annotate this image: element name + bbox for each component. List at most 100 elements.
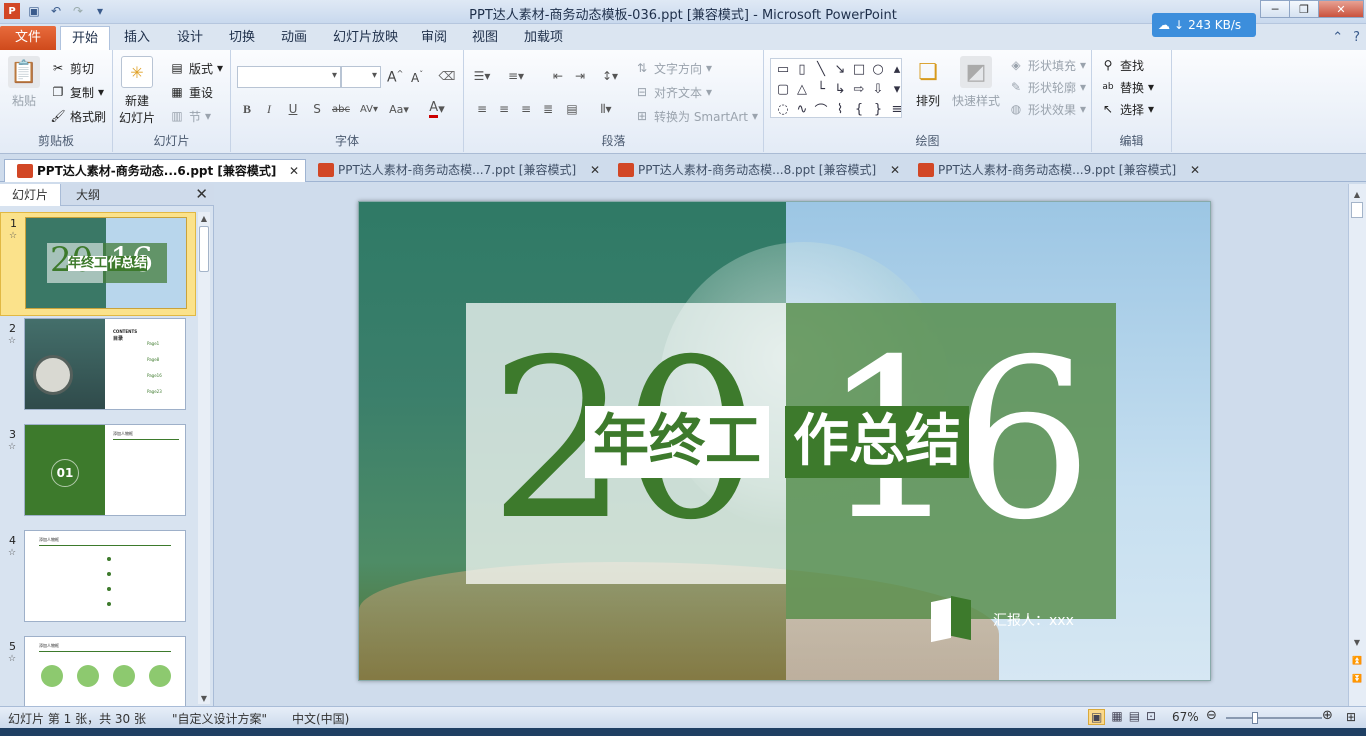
font-name-combo[interactable]: [237, 66, 341, 88]
font-color-button[interactable]: A ▾: [427, 99, 447, 119]
doc-tab-1[interactable]: PPT达人素材-商务动态...6.ppt [兼容模式] ✕: [4, 159, 306, 182]
fit-to-window-icon[interactable]: ⊞: [1346, 710, 1356, 724]
tab-view[interactable]: 视图: [461, 26, 509, 50]
slide-sorter-icon[interactable]: ▦: [1111, 709, 1122, 725]
cut-button[interactable]: ✂ 剪切: [50, 58, 94, 78]
previous-slide-icon[interactable]: ⏫: [1351, 654, 1363, 666]
change-case-button[interactable]: Aa▾: [389, 99, 409, 119]
scroll-up-icon[interactable]: ▲: [1351, 188, 1363, 200]
paste-button[interactable]: 📋 粘贴: [8, 56, 40, 109]
close-tab-icon[interactable]: ✕: [890, 159, 900, 181]
copy-button[interactable]: ❐ 复制 ▾: [50, 82, 104, 102]
slides-pane-scrollbar[interactable]: ▲ ▼: [198, 212, 210, 704]
normal-view-icon[interactable]: ▣: [1088, 709, 1106, 725]
collapse-ribbon-icon[interactable]: ⌃: [1332, 30, 1343, 45]
help-icon[interactable]: ?: [1353, 30, 1360, 45]
doc-tab-2[interactable]: PPT达人素材-商务动态模...7.ppt [兼容模式] ✕: [306, 159, 606, 182]
line-shape-icon[interactable]: ╲: [813, 61, 829, 77]
numbering-button[interactable]: ≡▾: [506, 66, 526, 86]
tab-file[interactable]: 文件: [0, 26, 56, 50]
reset-button[interactable]: ▦ 重设: [169, 82, 213, 102]
maximize-button[interactable]: ❐: [1289, 0, 1319, 18]
elbow-arrow-shape-icon[interactable]: ↳: [832, 81, 848, 97]
italic-button[interactable]: I: [259, 99, 279, 119]
slide-thumbnail-3[interactable]: 3 ☆ 01 添加人物框: [0, 424, 196, 528]
select-button[interactable]: ↖ 选择 ▾: [1100, 99, 1154, 119]
new-slide-button[interactable]: ✳ 新建 幻灯片: [119, 56, 155, 126]
scroll-thumb[interactable]: [199, 226, 209, 272]
tab-slideshow[interactable]: 幻灯片放映: [322, 26, 409, 50]
slide-thumbnail-2[interactable]: 2 ☆ CONTENTS 目录 Page1 Page8 Page16 Page2…: [0, 318, 196, 422]
font-size-combo[interactable]: [341, 66, 381, 88]
shape-fill-button[interactable]: ◈ 形状填充 ▾: [1008, 55, 1086, 75]
textbox-shape-icon[interactable]: ▭: [775, 61, 791, 77]
close-tab-icon[interactable]: ✕: [590, 159, 600, 181]
next-slide-icon[interactable]: ⏬: [1351, 672, 1363, 684]
freeform-shape-icon[interactable]: ⌇: [832, 101, 848, 117]
find-button[interactable]: ⚲ 查找: [1100, 55, 1144, 75]
shrink-font-button[interactable]: Aˇ: [411, 67, 423, 87]
minimize-button[interactable]: ─: [1260, 0, 1290, 18]
shapes-gallery[interactable]: ▭ ▯ ╲ ↘ □ ○ ▴ ▢ △ └ ↳ ⇨ ⇩ ▾ ◌ ∿ ⌒ ⌇ { } …: [770, 58, 905, 119]
slide-canvas[interactable]: 20 16 年终工 作总结 汇报人：xxx: [358, 201, 1211, 681]
arrange-button[interactable]: ❏ 排列: [912, 56, 944, 109]
scroll-down-icon[interactable]: ▼: [1351, 636, 1363, 648]
callout-shape-icon[interactable]: ◌: [775, 101, 791, 117]
smartart-button[interactable]: ⊞ 转换为 SmartArt ▾: [634, 106, 758, 126]
slide-thumbnail-1[interactable]: 1 ☆ 20 16 年终工 作总结: [0, 212, 196, 316]
align-right-button[interactable]: ≡: [516, 99, 536, 119]
close-pane-icon[interactable]: ✕: [195, 185, 208, 203]
slideshow-view-icon[interactable]: ⊡: [1146, 709, 1156, 725]
right-arrow-shape-icon[interactable]: ⇨: [851, 81, 867, 97]
tab-outline[interactable]: 大纲: [64, 184, 112, 206]
arc-shape-icon[interactable]: ⌒: [813, 101, 829, 119]
tab-addins[interactable]: 加载项: [513, 26, 574, 50]
format-painter-button[interactable]: 🖌 格式刷: [50, 106, 106, 126]
rounded-rect-shape-icon[interactable]: ▢: [775, 81, 791, 97]
zoom-slider[interactable]: [1226, 712, 1322, 724]
close-tab-icon[interactable]: ✕: [1190, 159, 1200, 181]
section-button[interactable]: ▥ 节 ▾: [169, 106, 211, 126]
curve-shape-icon[interactable]: ∿: [794, 101, 810, 117]
decrease-indent-button[interactable]: ⇤: [548, 66, 568, 86]
bold-button[interactable]: B: [237, 99, 257, 119]
align-left-button[interactable]: ≡: [472, 99, 492, 119]
arrow-line-shape-icon[interactable]: ↘: [832, 61, 848, 77]
close-button[interactable]: ✕: [1318, 0, 1364, 18]
shadow-button[interactable]: S: [307, 99, 327, 119]
underline-button[interactable]: U: [283, 99, 303, 119]
tab-slides[interactable]: 幻灯片: [0, 184, 62, 206]
grow-font-button[interactable]: A^: [387, 67, 403, 87]
tab-animations[interactable]: 动画: [270, 26, 318, 50]
gallery-more-icon[interactable]: ≡: [889, 101, 905, 117]
right-brace-shape-icon[interactable]: }: [870, 101, 886, 117]
align-text-button[interactable]: ⊟ 对齐文本 ▾: [634, 82, 712, 102]
doc-tab-4[interactable]: PPT达人素材-商务动态模...9.ppt [兼容模式] ✕: [906, 159, 1206, 182]
justify-button[interactable]: ≣: [538, 99, 558, 119]
net-speed-widget[interactable]: ☁ ↓ 243 KB/s: [1152, 13, 1256, 37]
canvas-scrollbar[interactable]: ▲ ▼ ⏫ ⏬: [1348, 184, 1366, 706]
slide-thumbnail-5[interactable]: 5 ☆ 添加人物框: [0, 636, 196, 706]
language-text[interactable]: 中文(中国): [292, 710, 349, 727]
scroll-up-icon[interactable]: ▲: [198, 212, 210, 224]
left-brace-shape-icon[interactable]: {: [851, 101, 867, 117]
close-tab-icon[interactable]: ✕: [289, 160, 299, 182]
tab-review[interactable]: 审阅: [410, 26, 458, 50]
zoom-level[interactable]: 67%: [1172, 710, 1199, 724]
rectangle-shape-icon[interactable]: □: [851, 61, 867, 77]
oval-shape-icon[interactable]: ○: [870, 61, 886, 77]
shape-outline-button[interactable]: ✎ 形状轮廓 ▾: [1008, 77, 1086, 97]
quick-styles-button[interactable]: ◩ 快速样式: [952, 56, 1000, 109]
align-center-button[interactable]: ≡: [494, 99, 514, 119]
tab-home[interactable]: 开始: [60, 26, 111, 50]
scroll-thumb[interactable]: [1351, 202, 1363, 218]
shape-effects-button[interactable]: ◍ 形状效果 ▾: [1008, 99, 1086, 119]
reading-view-icon[interactable]: ▤: [1129, 709, 1140, 725]
zoom-in-icon[interactable]: ⊕: [1322, 708, 1333, 723]
strikethrough-button[interactable]: abc: [331, 99, 351, 119]
gallery-up-icon[interactable]: ▴: [889, 61, 905, 77]
tab-design[interactable]: 设计: [166, 26, 214, 50]
tab-transitions[interactable]: 切换: [218, 26, 266, 50]
zoom-slider-thumb[interactable]: [1252, 712, 1258, 724]
down-arrow-shape-icon[interactable]: ⇩: [870, 81, 886, 97]
